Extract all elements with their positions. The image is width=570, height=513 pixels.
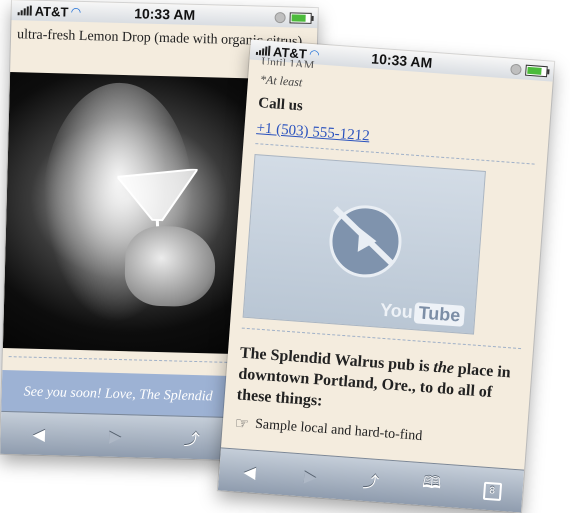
share-button[interactable]: ⤴: [172, 425, 213, 450]
list-item-text: Sample local and hard-to-find: [254, 416, 423, 444]
youtube-logo-tube: Tube: [413, 302, 466, 327]
youtube-logo: You Tube: [379, 299, 466, 327]
hand-shape: [124, 225, 217, 308]
youtube-logo-you: You: [379, 299, 414, 323]
battery-area: [274, 11, 312, 24]
back-button[interactable]: ◀: [19, 424, 59, 444]
pages-icon: 8: [482, 481, 502, 501]
back-button[interactable]: ◀: [229, 461, 270, 483]
intro-headline: The Splendid Walrus pub is the place in …: [236, 343, 520, 426]
youtube-video[interactable]: You Tube: [242, 154, 486, 335]
phone-screen-right: AT&T ◠ 10:33 AM Until 1AM *At least Call…: [217, 39, 555, 513]
forward-button[interactable]: ▶: [95, 426, 135, 446]
battery-icon: [289, 11, 312, 24]
status-bar: AT&T ◠ 10:33 AM: [11, 0, 318, 29]
clock: 10:33 AM: [133, 5, 196, 23]
share-button[interactable]: ⤴: [350, 467, 392, 494]
page-content: Until 1AM *At least Call us +1 (503) 555…: [221, 54, 553, 470]
bookmarks-button[interactable]: 🕮: [411, 470, 453, 500]
phone-number-link[interactable]: +1 (503) 555-1212: [256, 120, 370, 145]
forward-button[interactable]: ▶: [290, 465, 331, 487]
lock-icon: [274, 11, 286, 23]
headline-emphasis: the: [432, 358, 455, 378]
pointing-hand-icon: ☞: [234, 413, 250, 434]
pages-button[interactable]: 8: [471, 477, 513, 502]
